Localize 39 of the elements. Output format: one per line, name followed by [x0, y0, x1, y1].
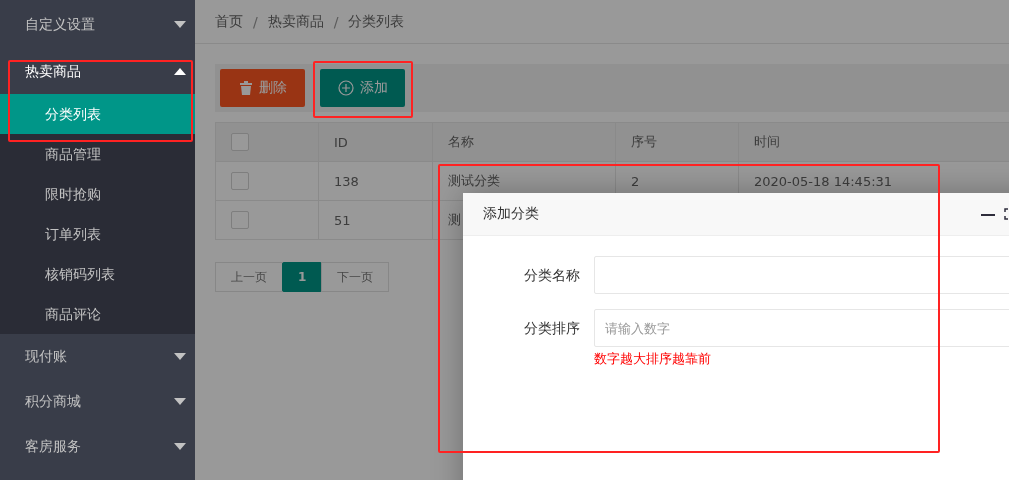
caret-icon [174, 443, 186, 450]
field-label: 分类名称 [523, 266, 581, 285]
submenu-item[interactable]: 核销码列表 [0, 254, 195, 294]
submenu-item[interactable]: 分类列表 [0, 94, 195, 134]
breadcrumb-separator: / [253, 13, 258, 30]
table-cell: 51 [318, 200, 433, 240]
checkbox[interactable] [231, 211, 249, 229]
field-hint: 数字越大排序越靠前 [594, 350, 712, 368]
caret-icon [174, 21, 186, 28]
input-field[interactable]: 请输入数字 [594, 309, 1009, 347]
dialog-title: 添加分类 [483, 205, 539, 223]
submenu-item[interactable]: 限时抢购 [0, 174, 195, 214]
trash-icon [238, 81, 253, 95]
input-field[interactable] [594, 256, 1009, 294]
menu-item[interactable]: 自定义设置 [0, 0, 195, 49]
menu-item[interactable]: 积分商城 [0, 379, 195, 424]
menu-item[interactable]: 热卖商品 [0, 49, 195, 94]
submenu-item[interactable]: 商品评论 [0, 294, 195, 334]
breadcrumb-link[interactable]: 热卖商品 [267, 12, 324, 31]
submenu-item[interactable]: 订单列表 [0, 214, 195, 254]
table-cell: 138 [318, 161, 433, 201]
checkbox[interactable] [231, 133, 249, 151]
breadcrumb-link[interactable]: 首页 [215, 12, 243, 31]
menu-item[interactable]: 客房服务 [0, 424, 195, 469]
breadcrumb-separator: / [333, 13, 339, 30]
caret-icon [174, 353, 186, 360]
column-header: 名称 [432, 122, 616, 162]
plus-circle-icon [337, 80, 354, 96]
breadcrumb-link[interactable]: 分类列表 [348, 12, 405, 31]
caret-icon [174, 398, 186, 405]
minimize-icon[interactable] [981, 213, 995, 217]
field-label: 分类排序 [523, 319, 581, 338]
column-header: 序号 [615, 122, 739, 162]
column-header: ID [318, 122, 433, 162]
submenu-item[interactable]: 商品管理 [0, 134, 195, 174]
caret-icon [174, 68, 186, 75]
menu-item[interactable]: 现付账 [0, 334, 195, 379]
column-header: 时间 [738, 122, 1009, 162]
checkbox[interactable] [231, 172, 249, 190]
